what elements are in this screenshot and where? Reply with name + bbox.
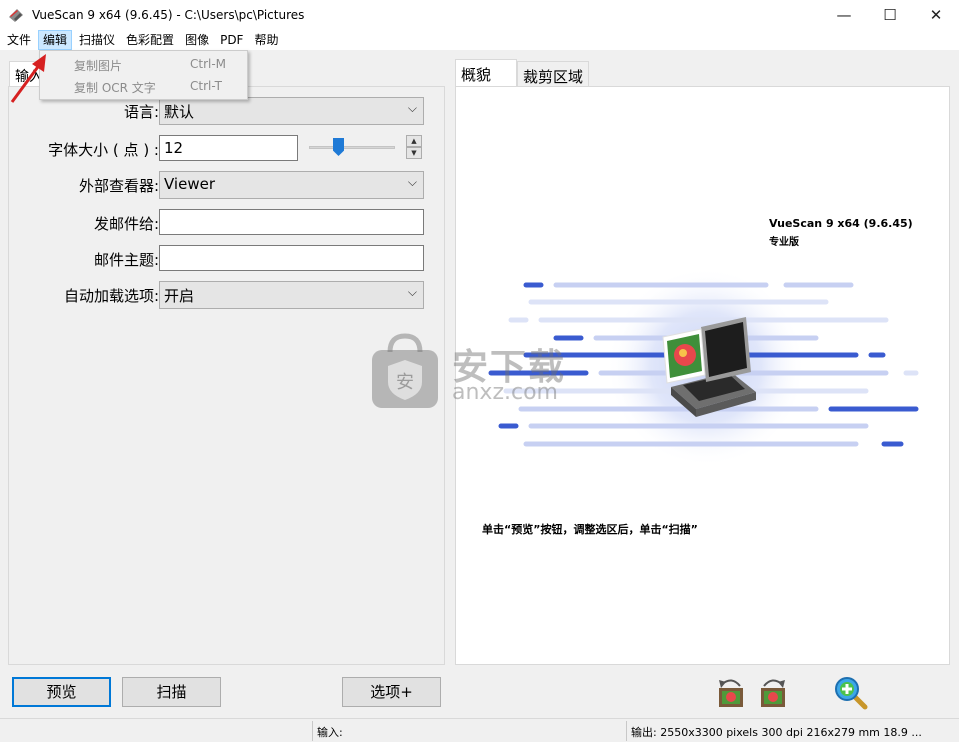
menu-edit[interactable]: 编辑 (38, 30, 73, 50)
menu-bar: 文件 编辑 扫描仪 色彩配置 图像 PDF 帮助 (0, 30, 959, 50)
font-size-row: 字体大小 ( 点 ) : 12 ▲ ▼ (9, 135, 446, 163)
mail-subject-input[interactable] (159, 245, 424, 271)
language-select[interactable]: 默认 ⌵ (159, 97, 424, 125)
font-size-slider-thumb[interactable] (333, 138, 344, 156)
autoload-value: 开启 (164, 287, 195, 305)
minimize-button[interactable]: — (821, 0, 867, 30)
chevron-down-icon: ⌵ (407, 101, 417, 115)
mail-to-input[interactable] (159, 209, 424, 235)
copy-image-shortcut: Ctrl-M (190, 57, 227, 71)
maximize-button[interactable]: ☐ (867, 0, 913, 30)
window-title: VueScan 9 x64 (9.6.45) - C:\Users\pc\Pic… (32, 8, 305, 22)
menu-image[interactable]: 图像 (181, 30, 213, 50)
autoload-label: 自动加载选项: (63, 287, 159, 305)
mail-subject-label: 邮件主题: (93, 251, 159, 269)
viewer-value: Viewer (164, 175, 215, 193)
promo-edition: 专业版 (769, 237, 799, 248)
menu-item-copy-ocr[interactable]: 复制 OCR 文字 Ctrl-T (40, 75, 247, 97)
viewer-row: 外部查看器: Viewer ⌵ (9, 171, 446, 199)
spin-up-icon[interactable]: ▲ (406, 135, 422, 147)
font-size-spinner[interactable]: ▲ ▼ (406, 135, 422, 159)
status-bar: 输入: 输出: 2550x3300 pixels 300 dpi 216x279… (0, 718, 959, 742)
more-options-button[interactable]: 选项+ (342, 677, 441, 707)
autoload-row: 自动加载选项: 开启 ⌵ (9, 281, 446, 309)
viewer-label: 外部查看器: (78, 177, 159, 195)
zoom-in-icon[interactable] (834, 676, 868, 710)
font-size-slider-track[interactable] (309, 146, 395, 149)
close-button[interactable]: ✕ (913, 0, 959, 30)
menu-file[interactable]: 文件 (3, 30, 35, 50)
status-input: 输入: (312, 721, 626, 741)
title-bar: VueScan 9 x64 (9.6.45) - C:\Users\pc\Pic… (0, 0, 959, 30)
menu-help[interactable]: 帮助 (250, 30, 282, 50)
copy-ocr-label: 复制 OCR 文字 (74, 81, 156, 95)
promo-title: VueScan 9 x64 (9.6.45) (769, 217, 913, 230)
chevron-down-icon: ⌵ (407, 285, 417, 299)
scan-button[interactable]: 扫描 (122, 677, 221, 707)
copy-ocr-shortcut: Ctrl-T (190, 79, 222, 93)
menu-pdf[interactable]: PDF (216, 30, 247, 50)
spin-down-icon[interactable]: ▼ (406, 147, 422, 159)
rotate-right-icon[interactable] (756, 676, 790, 710)
tab-crop-area[interactable]: 裁剪区域 (517, 61, 589, 87)
font-size-input[interactable]: 12 (159, 135, 298, 161)
menu-color-profile[interactable]: 色彩配置 (122, 30, 178, 50)
language-label: 语言: (123, 103, 159, 121)
rotate-left-icon[interactable] (714, 676, 748, 710)
chevron-down-icon: ⌵ (407, 175, 417, 189)
language-row: 语言: 默认 ⌵ (9, 97, 446, 125)
tab-overview[interactable]: 概貌 (455, 59, 517, 87)
vuescan-app-icon[interactable] (8, 7, 24, 23)
menu-scanner[interactable]: 扫描仪 (75, 30, 119, 50)
autoload-select[interactable]: 开启 ⌵ (159, 281, 424, 309)
preview-panel: VueScan 9 x64 (9.6.45) 专业版 单击“预览”按钮，调整选区… (455, 86, 950, 665)
language-value: 默认 (164, 103, 195, 121)
font-size-label: 字体大小 ( 点 ) : (48, 141, 159, 159)
mail-to-label: 发邮件给: (93, 215, 159, 233)
edit-menu-dropdown: 复制图片 Ctrl-M 复制 OCR 文字 Ctrl-T (39, 50, 248, 100)
status-message (0, 721, 312, 741)
copy-image-label: 复制图片 (74, 59, 123, 73)
menu-item-copy-image[interactable]: 复制图片 Ctrl-M (40, 53, 247, 75)
mail-subject-row: 邮件主题: (9, 245, 446, 273)
scanner-illustration (488, 267, 919, 467)
red-arrow-annotation (10, 54, 46, 103)
mail-to-row: 发邮件给: (9, 209, 446, 237)
status-output: 输出: 2550x3300 pixels 300 dpi 216x279 mm … (626, 721, 959, 741)
preview-button[interactable]: 预览 (12, 677, 111, 707)
viewer-select[interactable]: Viewer ⌵ (159, 171, 424, 199)
instruction-text: 单击“预览”按钮，调整选区后，单击“扫描” (482, 523, 698, 536)
input-options-panel: 语言: 默认 ⌵ 字体大小 ( 点 ) : 12 ▲ ▼ 外部查看器: View… (8, 86, 445, 665)
